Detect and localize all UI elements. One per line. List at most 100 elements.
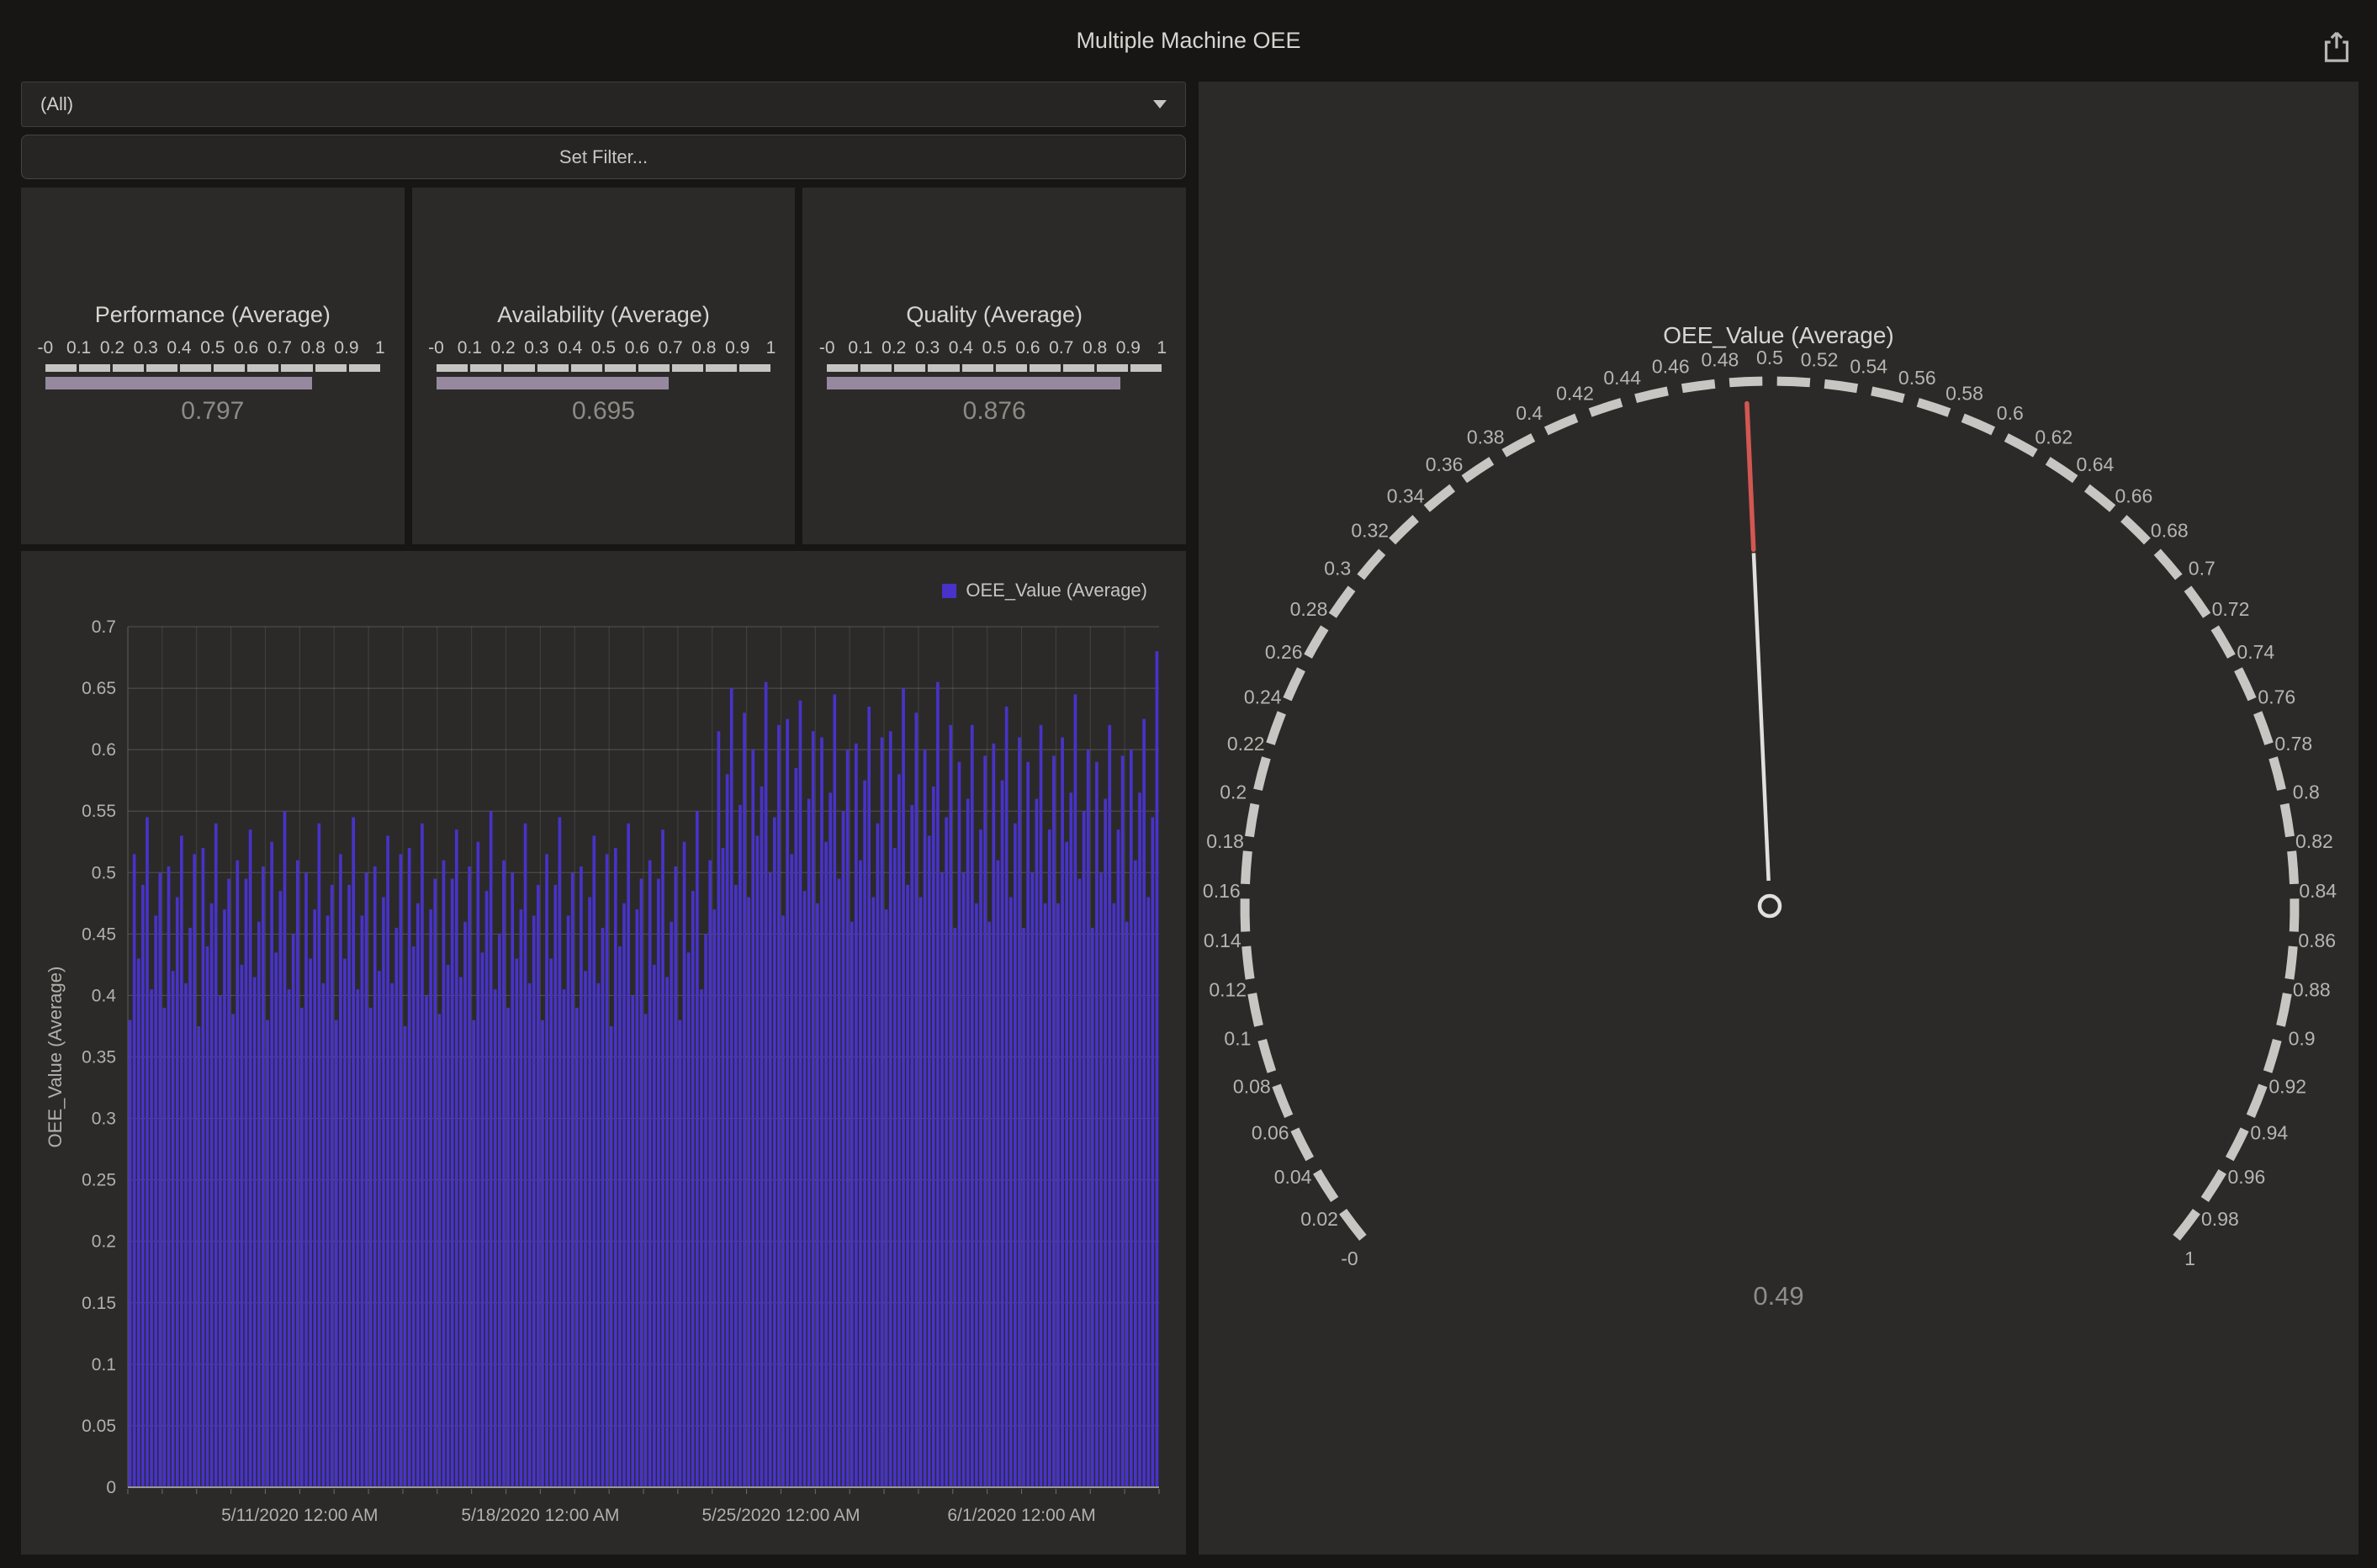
bar[interactable] xyxy=(979,829,982,1487)
bar[interactable] xyxy=(206,946,209,1487)
bar[interactable] xyxy=(274,952,278,1487)
oee-bar-chart[interactable]: 00.050.10.150.20.250.30.350.40.450.50.55… xyxy=(21,551,1186,1555)
bar[interactable] xyxy=(537,885,540,1487)
bar[interactable] xyxy=(137,959,140,1487)
bar[interactable] xyxy=(180,835,183,1487)
bar[interactable] xyxy=(824,842,828,1487)
bar[interactable] xyxy=(463,922,467,1487)
bar[interactable] xyxy=(549,959,553,1487)
bar[interactable] xyxy=(850,922,854,1487)
bar[interactable] xyxy=(129,1020,132,1487)
bar[interactable] xyxy=(421,824,424,1487)
bar[interactable] xyxy=(494,989,497,1487)
bar[interactable] xyxy=(369,1008,373,1487)
bar[interactable] xyxy=(1026,762,1030,1487)
bar[interactable] xyxy=(141,885,145,1487)
bar[interactable] xyxy=(412,946,416,1487)
bar[interactable] xyxy=(1018,738,1021,1487)
bar[interactable] xyxy=(1099,872,1103,1487)
bar[interactable] xyxy=(734,885,738,1487)
bar[interactable] xyxy=(1074,694,1077,1487)
bar[interactable] xyxy=(378,971,381,1487)
bar[interactable] xyxy=(1009,898,1013,1487)
bar[interactable] xyxy=(670,922,673,1487)
bar[interactable] xyxy=(455,829,458,1487)
bar[interactable] xyxy=(433,879,437,1487)
bar[interactable] xyxy=(313,909,316,1487)
bar[interactable] xyxy=(249,829,252,1487)
bar[interactable] xyxy=(343,959,347,1487)
bar[interactable] xyxy=(859,861,862,1487)
bar[interactable] xyxy=(490,811,493,1487)
bar[interactable] xyxy=(1125,922,1129,1487)
bar[interactable] xyxy=(394,928,398,1487)
bar[interactable] xyxy=(924,750,927,1487)
bar[interactable] xyxy=(468,866,471,1487)
bar[interactable] xyxy=(447,965,450,1487)
bar[interactable] xyxy=(838,879,841,1487)
bar[interactable] xyxy=(940,872,944,1487)
bar[interactable] xyxy=(408,848,411,1487)
bar[interactable] xyxy=(236,861,239,1487)
bar[interactable] xyxy=(257,922,261,1487)
bar[interactable] xyxy=(335,1020,338,1487)
bar[interactable] xyxy=(563,989,566,1487)
bar[interactable] xyxy=(962,872,966,1487)
bar[interactable] xyxy=(863,781,866,1487)
bar[interactable] xyxy=(253,977,257,1487)
bar[interactable] xyxy=(520,909,523,1487)
bar[interactable] xyxy=(1001,781,1004,1487)
bar[interactable] xyxy=(292,934,295,1487)
bar[interactable] xyxy=(653,965,656,1487)
bar[interactable] xyxy=(532,915,536,1487)
bar[interactable] xyxy=(184,983,188,1487)
bar[interactable] xyxy=(726,774,729,1487)
bar[interactable] xyxy=(553,885,557,1487)
bar[interactable] xyxy=(283,811,287,1487)
bar[interactable] xyxy=(683,842,686,1487)
bar[interactable] xyxy=(172,971,175,1487)
bar[interactable] xyxy=(932,787,935,1487)
bar[interactable] xyxy=(949,725,952,1487)
bar[interactable] xyxy=(889,731,892,1487)
bar[interactable] xyxy=(954,928,957,1487)
bar[interactable] xyxy=(885,909,888,1487)
bar[interactable] xyxy=(795,768,798,1487)
bar[interactable] xyxy=(400,854,403,1487)
bar[interactable] xyxy=(665,977,669,1487)
bar[interactable] xyxy=(404,1026,407,1487)
bar[interactable] xyxy=(241,965,244,1487)
bar[interactable] xyxy=(644,1014,648,1487)
bar[interactable] xyxy=(459,977,463,1487)
bar[interactable] xyxy=(559,818,562,1487)
bar[interactable] xyxy=(442,861,446,1487)
bar[interactable] xyxy=(717,731,721,1487)
bar[interactable] xyxy=(1130,750,1133,1487)
bar[interactable] xyxy=(567,915,570,1487)
bar[interactable] xyxy=(266,1020,269,1487)
bar[interactable] xyxy=(438,1014,442,1487)
bar[interactable] xyxy=(1134,861,1137,1487)
bar[interactable] xyxy=(614,848,617,1487)
set-filter-button[interactable]: Set Filter... xyxy=(21,135,1186,179)
bar[interactable] xyxy=(347,885,351,1487)
bar[interactable] xyxy=(1069,792,1072,1487)
bar[interactable] xyxy=(812,731,815,1487)
bar[interactable] xyxy=(575,1008,579,1487)
bar[interactable] xyxy=(1142,719,1146,1487)
bar[interactable] xyxy=(1151,818,1155,1487)
bar[interactable] xyxy=(871,898,875,1487)
bar[interactable] xyxy=(365,872,368,1487)
bar[interactable] xyxy=(322,983,326,1487)
bar[interactable] xyxy=(1022,928,1025,1487)
bar[interactable] xyxy=(760,787,764,1487)
bar[interactable] xyxy=(193,854,196,1487)
bar[interactable] xyxy=(373,866,377,1487)
bar[interactable] xyxy=(992,744,995,1487)
bar[interactable] xyxy=(833,694,836,1487)
bar[interactable] xyxy=(919,898,923,1487)
bar[interactable] xyxy=(606,854,609,1487)
bar[interactable] xyxy=(928,835,931,1487)
bar[interactable] xyxy=(580,866,583,1487)
bar[interactable] xyxy=(202,848,205,1487)
